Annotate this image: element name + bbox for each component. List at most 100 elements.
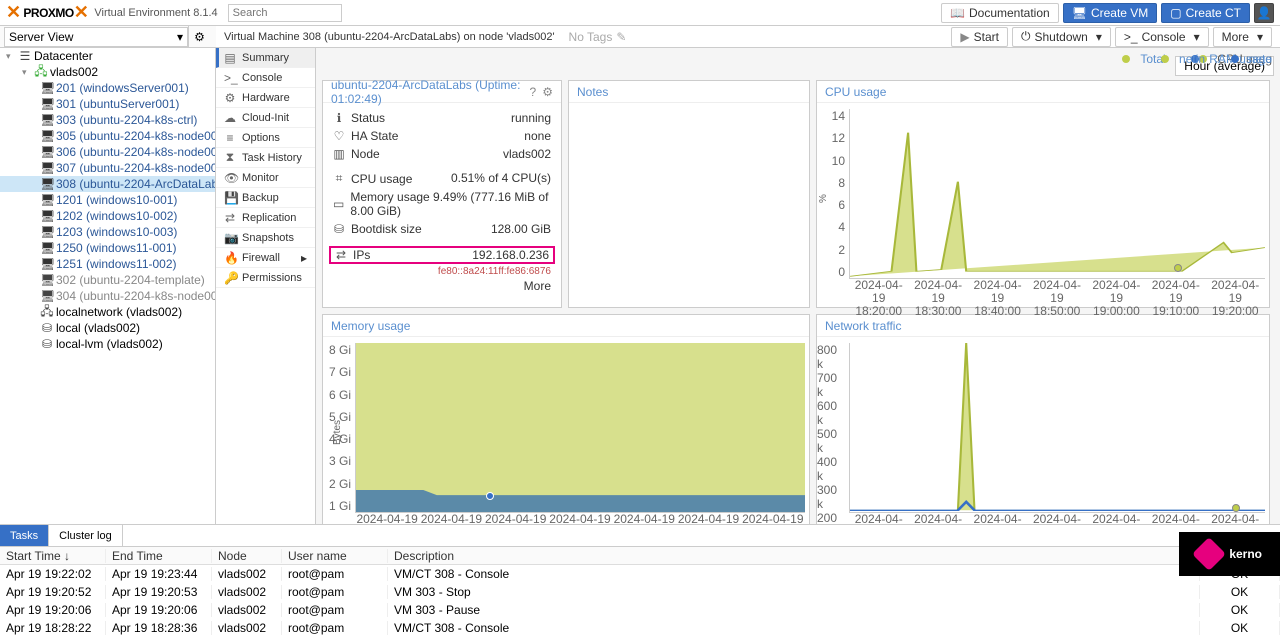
vm-info-panel: ubuntu-2204-ArcDataLabs (Uptime: 01:02:4… bbox=[322, 80, 562, 308]
tree-vm-item[interactable]: 🖥1202 (windows10-002) bbox=[0, 208, 215, 224]
vm-menu-task-history[interactable]: ⧗Task History bbox=[216, 148, 315, 168]
memory-icon: ▭ bbox=[333, 197, 344, 211]
tree-vm-item[interactable]: 🖥305 (ubuntu-2204-k8s-node002) bbox=[0, 128, 215, 144]
menu-icon: ▤ bbox=[224, 51, 236, 65]
tree-vm-item[interactable]: 🖥306 (ubuntu-2204-k8s-node003) bbox=[0, 144, 215, 160]
monitor-icon: 🖥 bbox=[40, 273, 54, 287]
server-icon: ☰ bbox=[18, 49, 32, 63]
memory-chart: 8 Gi7 Gi6 Gi5 Gi4 Gi3 Gi2 Gi1 Gi Bytes 2… bbox=[323, 337, 809, 524]
monitor-icon: 🖥 bbox=[40, 177, 54, 191]
breadcrumb-bar: Virtual Machine 308 (ubuntu-2204-ArcData… bbox=[216, 26, 1280, 48]
top-header: ✕ PROXMO✕ Virtual Environment 8.1.4 📖Doc… bbox=[0, 0, 1280, 26]
more-link[interactable]: More bbox=[323, 277, 561, 295]
task-log: Tasks Cluster log Start Time ↓ End Time … bbox=[0, 524, 1280, 640]
storage-icon: ⛁ bbox=[40, 321, 54, 335]
ip-row-highlight: ⇄IPs192.168.0.236 bbox=[329, 246, 555, 264]
breadcrumb: Virtual Machine 308 (ubuntu-2204-ArcData… bbox=[224, 31, 555, 43]
view-selector[interactable]: Server View▾ bbox=[4, 27, 188, 47]
monitor-icon: 🖥 bbox=[1072, 6, 1087, 20]
tree-vm-item[interactable]: 🖥1251 (windows11-002) bbox=[0, 256, 215, 272]
disk-icon: ⛁ bbox=[333, 222, 345, 236]
tree-vm-item[interactable]: 🖥201 (windowsServer001) bbox=[0, 80, 215, 96]
resource-tree: ▾☰Datacenter ▾🖧vlads002 🖥201 (windowsSer… bbox=[0, 48, 216, 524]
menu-icon: ⧗ bbox=[224, 150, 236, 165]
tree-vm-item[interactable]: 🖥1203 (windows10-003) bbox=[0, 224, 215, 240]
create-ct-button[interactable]: ▢Create CT bbox=[1161, 3, 1250, 23]
info-icon: ℹ bbox=[333, 111, 345, 125]
ipv6-address: fe80::8a24:11ff:fe86:6876 bbox=[323, 266, 561, 277]
vm-menu-replication[interactable]: ⇄Replication bbox=[216, 208, 315, 228]
vm-menu-summary[interactable]: ▤Summary bbox=[216, 48, 315, 68]
help-icon[interactable]: ? bbox=[530, 85, 537, 99]
vm-menu-monitor[interactable]: 👁Monitor bbox=[216, 168, 315, 188]
gear-icon[interactable]: ⚙ bbox=[542, 85, 553, 99]
monitor-icon: 🖥 bbox=[40, 209, 54, 223]
kerno-watermark: kerno bbox=[1179, 532, 1280, 576]
task-row[interactable]: Apr 19 19:20:06Apr 19 19:20:06vlads002ro… bbox=[0, 601, 1280, 619]
shutdown-button[interactable]: ⏻Shutdown▾ bbox=[1012, 27, 1111, 47]
task-row[interactable]: Apr 19 19:22:02Apr 19 19:23:44vlads002ro… bbox=[0, 565, 1280, 583]
menu-icon: >_ bbox=[224, 71, 236, 85]
menu-icon: 👁 bbox=[224, 171, 236, 185]
cube-icon: ▢ bbox=[1170, 6, 1181, 20]
tree-storage-item[interactable]: ⛁local (vlads002) bbox=[0, 320, 215, 336]
more-button[interactable]: More▾ bbox=[1213, 27, 1272, 47]
search-input[interactable] bbox=[228, 4, 342, 22]
network-traffic-panel: Network traffic netin neto 800 k700 k600… bbox=[816, 314, 1270, 524]
tree-datacenter[interactable]: ▾☰Datacenter bbox=[0, 48, 215, 64]
documentation-button[interactable]: 📖Documentation bbox=[941, 3, 1059, 23]
vm-menu-backup[interactable]: 💾Backup bbox=[216, 188, 315, 208]
tab-tasks[interactable]: Tasks bbox=[0, 525, 49, 546]
monitor-icon: 🖥 bbox=[40, 161, 54, 175]
settings-gear-button[interactable]: ⚙ bbox=[188, 26, 210, 48]
tree-node[interactable]: ▾🖧vlads002 bbox=[0, 64, 215, 80]
console-button[interactable]: >_Console▾ bbox=[1115, 27, 1209, 47]
storage-icon: 🖧 bbox=[40, 302, 54, 323]
terminal-icon: >_ bbox=[1124, 30, 1138, 44]
tree-vm-item[interactable]: 🖥307 (ubuntu-2204-k8s-node004) bbox=[0, 160, 215, 176]
monitor-icon: 🖥 bbox=[40, 113, 54, 127]
chevron-down-icon: ▾ bbox=[1194, 30, 1200, 44]
tree-vm-item-stopped[interactable]: 🖥302 (ubuntu-2204-template) bbox=[0, 272, 215, 288]
task-table-header: Start Time ↓ End Time Node User name Des… bbox=[0, 547, 1280, 565]
vm-menu-snapshots[interactable]: 📷Snapshots bbox=[216, 228, 315, 248]
main-content: Hour (average) ubuntu-2204-ArcDataLabs (… bbox=[316, 48, 1280, 524]
task-row[interactable]: Apr 19 18:28:22Apr 19 18:28:36vlads002ro… bbox=[0, 619, 1280, 637]
task-row[interactable]: Apr 19 19:20:52Apr 19 19:20:53vlads002ro… bbox=[0, 583, 1280, 601]
tree-storage-item[interactable]: ⛁local-lvm (vlads002) bbox=[0, 336, 215, 352]
tree-vm-item[interactable]: 🖥1250 (windows11-001) bbox=[0, 240, 215, 256]
tab-cluster-log[interactable]: Cluster log bbox=[49, 525, 123, 546]
start-button[interactable]: ▶Start bbox=[951, 27, 1008, 47]
tags-area[interactable]: No Tags✎ bbox=[569, 30, 627, 44]
cpu-usage-panel: CPU usage CPU usag 14121086420 % 2024-04… bbox=[816, 80, 1270, 308]
vm-menu-firewall[interactable]: 🔥Firewall ▸ bbox=[216, 248, 315, 268]
tree-vm-item[interactable]: 🖥303 (ubuntu-2204-k8s-ctrl) bbox=[0, 112, 215, 128]
tree-vm-item[interactable]: 🖥1201 (windows10-001) bbox=[0, 192, 215, 208]
vm-menu-cloud-init[interactable]: ☁Cloud-Init bbox=[216, 108, 315, 128]
logo: ✕ PROXMO✕ bbox=[6, 2, 88, 23]
vm-side-menu: ▤Summary>_Console⚙Hardware☁Cloud-Init≡Op… bbox=[216, 48, 316, 524]
tree-vm-item[interactable]: 🖥301 (ubuntuServer001) bbox=[0, 96, 215, 112]
play-icon: ▶ bbox=[960, 30, 969, 44]
vm-menu-hardware[interactable]: ⚙Hardware bbox=[216, 88, 315, 108]
create-vm-button[interactable]: 🖥Create VM bbox=[1063, 3, 1158, 23]
gear-icon: ⚙ bbox=[194, 30, 205, 44]
monitor-icon: 🖥 bbox=[40, 81, 54, 95]
vm-menu-permissions[interactable]: 🔑Permissions bbox=[216, 268, 315, 288]
env-label: Virtual Environment 8.1.4 bbox=[94, 7, 217, 19]
menu-icon: ⇄ bbox=[224, 211, 236, 225]
vm-menu-console[interactable]: >_Console bbox=[216, 68, 315, 88]
menu-icon: 💾 bbox=[224, 191, 236, 205]
tree-storage-item[interactable]: 🖧localnetwork (vlads002) bbox=[0, 304, 215, 320]
host-icon: 🖧 bbox=[34, 62, 48, 83]
monitor-icon: 🖥 bbox=[40, 257, 54, 271]
menu-icon: 📷 bbox=[224, 231, 236, 245]
menu-icon: ⚙ bbox=[224, 91, 236, 105]
network-chart: 800 k700 k600 k500 k400 k300 k200 k100 k… bbox=[817, 337, 1269, 524]
monitor-icon: 🖥 bbox=[40, 225, 54, 239]
tree-vm-item-stopped[interactable]: 🖥304 (ubuntu-2204-k8s-node001) bbox=[0, 288, 215, 304]
notes-panel: Notes bbox=[568, 80, 810, 308]
user-menu-button[interactable]: 👤 bbox=[1254, 3, 1274, 23]
tree-vm-item[interactable]: 🖥308 (ubuntu-2204-ArcDataLabs) bbox=[0, 176, 215, 192]
vm-menu-options[interactable]: ≡Options bbox=[216, 128, 315, 148]
